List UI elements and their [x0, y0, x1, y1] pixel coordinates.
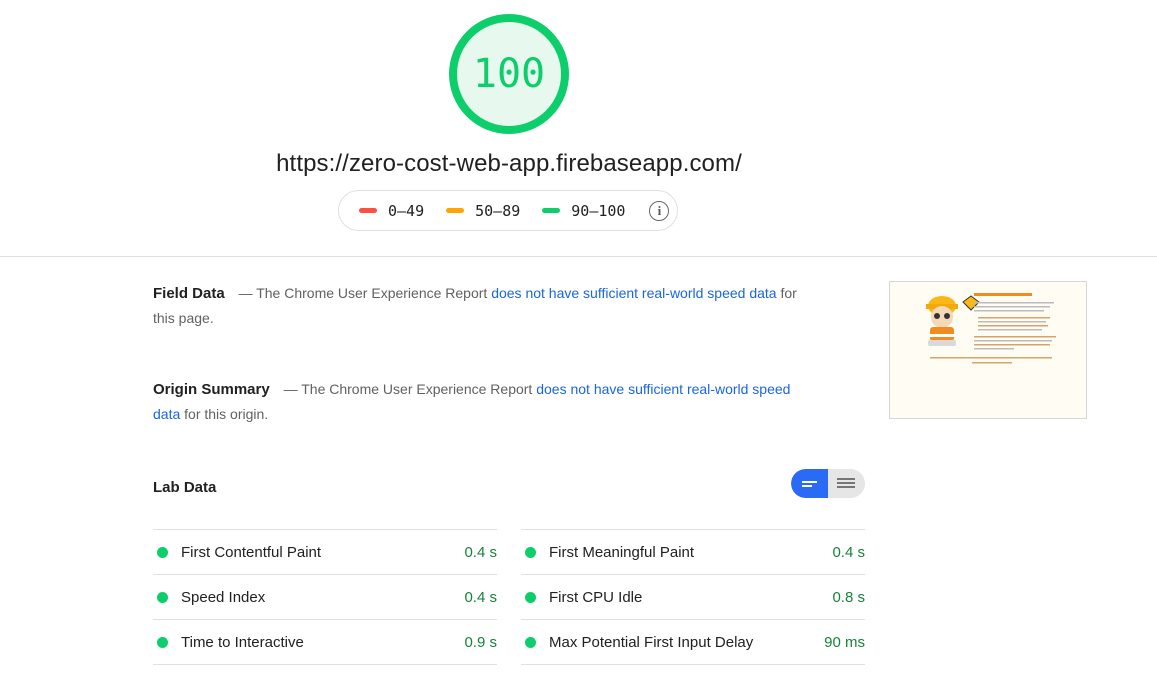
metric-row: Time to Interactive 0.9 s	[153, 619, 497, 665]
metrics-column-left: First Contentful Paint 0.4 s Speed Index…	[153, 529, 497, 665]
pass-dot-icon	[157, 636, 168, 648]
metric-name: Speed Index	[181, 588, 266, 606]
metric-row: First Contentful Paint 0.4 s	[153, 529, 497, 574]
legend-item-average: 50–89	[446, 202, 520, 220]
tested-url: https://zero-cost-web-app.firebaseapp.co…	[276, 150, 742, 177]
metric-row: First CPU Idle 0.8 s	[521, 574, 865, 619]
pass-dot-icon	[525, 636, 536, 648]
pass-dot-icon	[525, 546, 536, 558]
legend-label: 0–49	[388, 201, 425, 220]
thumbnail-illustration	[890, 282, 1086, 418]
view-toggle[interactable]	[791, 469, 865, 498]
metric-name: Max Potential First Input Delay	[549, 633, 754, 651]
origin-summary-suffix: for this origin.	[184, 406, 269, 422]
metric-value: 0.4 s	[832, 543, 865, 561]
lab-data-title: Lab Data	[153, 479, 217, 496]
field-data-title: Field Data	[153, 285, 225, 302]
origin-summary-prefix: — The Chrome User Experience Report	[283, 381, 533, 397]
field-data-section: Field Data — The Chrome User Experience …	[153, 281, 803, 330]
legend-item-fail: 0–49	[359, 202, 424, 220]
metric-name: First Meaningful Paint	[549, 543, 695, 561]
info-icon[interactable]: i	[649, 200, 670, 221]
metric-name: Time to Interactive	[181, 633, 304, 651]
metric-name: First Contentful Paint	[181, 543, 322, 561]
legend-label: 90–100	[571, 201, 626, 220]
metric-row: Speed Index 0.4 s	[153, 574, 497, 619]
metric-value: 0.8 s	[832, 588, 865, 606]
header-divider	[0, 256, 1157, 257]
legend-swatch-green	[542, 208, 561, 213]
score-legend: 0–49 50–89 90–100 i	[338, 190, 678, 231]
metrics-column-right: First Meaningful Paint 0.4 s First CPU I…	[521, 529, 865, 665]
page-screenshot-thumbnail[interactable]	[889, 281, 1087, 419]
origin-summary-section: Origin Summary — The Chrome User Experie…	[153, 377, 803, 426]
pass-dot-icon	[525, 591, 536, 603]
origin-summary-title: Origin Summary	[153, 381, 270, 398]
legend-swatch-orange	[446, 208, 465, 213]
metric-value: 0.4 s	[464, 543, 497, 561]
metric-value: 0.9 s	[464, 633, 497, 651]
legend-item-pass: 90–100	[542, 202, 625, 220]
summary-view-icon[interactable]	[791, 469, 828, 498]
list-view-icon[interactable]	[828, 469, 865, 498]
legend-swatch-red	[359, 208, 377, 213]
metric-value: 90 ms	[824, 633, 865, 651]
performance-score: 100	[472, 51, 546, 97]
metric-row: First Meaningful Paint 0.4 s	[521, 529, 865, 574]
pass-dot-icon	[157, 546, 168, 558]
metric-row: Max Potential First Input Delay 90 ms	[521, 619, 865, 665]
field-data-link[interactable]: does not have sufficient real-world spee…	[491, 285, 776, 301]
pass-dot-icon	[157, 591, 168, 603]
metric-name: First CPU Idle	[549, 588, 643, 606]
legend-label: 50–89	[475, 201, 521, 220]
performance-score-gauge: 100	[449, 14, 569, 134]
field-data-prefix: — The Chrome User Experience Report	[238, 285, 488, 301]
metric-value: 0.4 s	[464, 588, 497, 606]
